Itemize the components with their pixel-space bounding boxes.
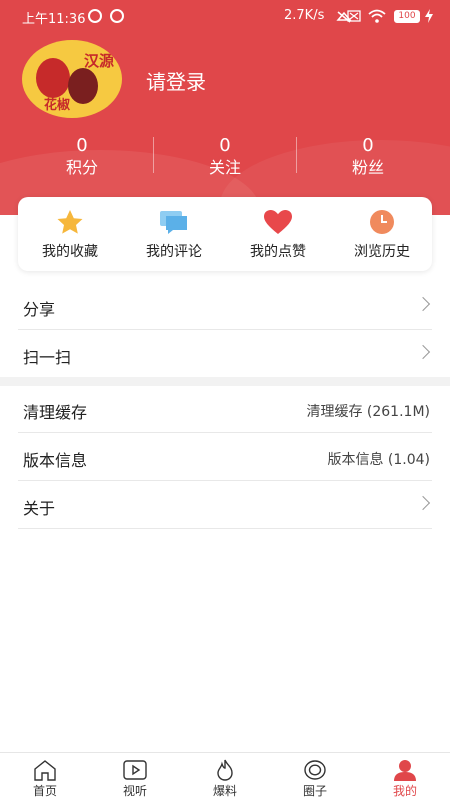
bottom-tab-bar: 首页 视听 爆料 圈子 我的 <box>0 752 450 800</box>
status-bar: 上午11:36 2.7K/s 100 <box>0 0 450 32</box>
menu-item-scan[interactable]: 扫一扫 <box>18 330 432 378</box>
menu-item-label: 扫一扫 <box>23 348 72 367</box>
tab-label: 爆料 <box>212 784 237 798</box>
stat-divider <box>296 137 297 173</box>
tab-label: 圈子 <box>302 784 327 798</box>
avatar-logo-text: 汉源 <box>84 52 115 70</box>
circle-icon <box>304 760 326 780</box>
chevron-right-icon <box>415 296 431 312</box>
cache-size-value: 清理缓存 (261.1M) <box>306 404 430 420</box>
chevron-right-icon <box>415 495 431 511</box>
comments-button[interactable]: 我的评论 <box>122 197 226 271</box>
avatar-logo-text: 花椒 <box>44 98 71 113</box>
history-button[interactable]: 浏览历史 <box>330 197 434 271</box>
charging-icon <box>425 9 433 23</box>
tab-label: 首页 <box>32 784 57 798</box>
profile-screen: 上午11:36 2.7K/s 100 汉源 花椒 请登录 0 积分 0 关注 0… <box>0 0 450 800</box>
tab-reports[interactable]: 爆料 <box>180 753 270 800</box>
menu-item-label: 清理缓存 <box>23 403 88 422</box>
quick-action-label: 我的评论 <box>146 244 202 260</box>
home-icon <box>34 760 56 781</box>
tab-home[interactable]: 首页 <box>0 753 90 800</box>
fire-icon <box>217 759 233 781</box>
notification-icon <box>110 9 124 23</box>
quick-actions-card: 我的收藏 我的评论 我的点赞 浏览历史 <box>18 197 432 271</box>
stat-value: 0 <box>219 135 231 156</box>
stat-label: 关注 <box>208 158 241 177</box>
quick-action-label: 我的收藏 <box>42 244 98 260</box>
quick-action-label: 我的点赞 <box>250 244 306 260</box>
profile-header: 上午11:36 2.7K/s 100 汉源 花椒 请登录 0 积分 0 关注 0… <box>0 0 450 215</box>
stat-following[interactable]: 0 关注 <box>165 136 285 178</box>
stat-value: 0 <box>362 135 374 156</box>
stat-divider <box>153 137 154 173</box>
menu-item-share[interactable]: 分享 <box>18 282 432 330</box>
wifi-icon <box>368 9 386 23</box>
stat-value: 0 <box>76 135 88 156</box>
star-icon <box>57 210 83 234</box>
clock-icon <box>370 210 394 234</box>
user-icon <box>394 760 416 781</box>
menu-item-label: 分享 <box>23 300 56 319</box>
notification-icon <box>88 9 102 23</box>
status-time: 上午11:36 <box>22 12 86 27</box>
comment-icon <box>160 211 187 234</box>
tab-label: 我的 <box>392 784 417 798</box>
menu-item-version[interactable]: 版本信息 版本信息 (1.04) <box>18 433 432 481</box>
stat-fans[interactable]: 0 粉丝 <box>308 136 428 178</box>
tab-mine[interactable]: 我的 <box>360 753 450 800</box>
menu-item-label: 版本信息 <box>23 451 88 470</box>
battery-level: 100 <box>394 10 420 23</box>
heart-icon <box>264 210 292 234</box>
login-link[interactable]: 请登录 <box>146 66 206 95</box>
menu-item-label: 关于 <box>23 499 56 518</box>
stat-points[interactable]: 0 积分 <box>22 136 142 178</box>
mascot-figure <box>68 68 98 104</box>
version-value: 版本信息 (1.04) <box>327 452 430 468</box>
sim-icon <box>347 10 361 22</box>
tab-circle[interactable]: 圈子 <box>270 753 360 800</box>
tab-label: 视听 <box>122 784 147 798</box>
play-icon <box>123 760 147 780</box>
favorites-button[interactable]: 我的收藏 <box>18 197 122 271</box>
network-speed: 2.7K/s <box>284 8 325 23</box>
stat-label: 粉丝 <box>351 158 384 177</box>
stat-label: 积分 <box>65 158 98 177</box>
menu-item-clear-cache[interactable]: 清理缓存 清理缓存 (261.1M) <box>18 385 432 433</box>
chevron-right-icon <box>415 344 431 360</box>
avatar[interactable]: 汉源 花椒 <box>22 40 122 118</box>
tab-video[interactable]: 视听 <box>90 753 180 800</box>
menu-item-about[interactable]: 关于 <box>18 481 432 529</box>
mascot-figure <box>36 58 70 98</box>
likes-button[interactable]: 我的点赞 <box>226 197 330 271</box>
quick-action-label: 浏览历史 <box>354 244 410 260</box>
